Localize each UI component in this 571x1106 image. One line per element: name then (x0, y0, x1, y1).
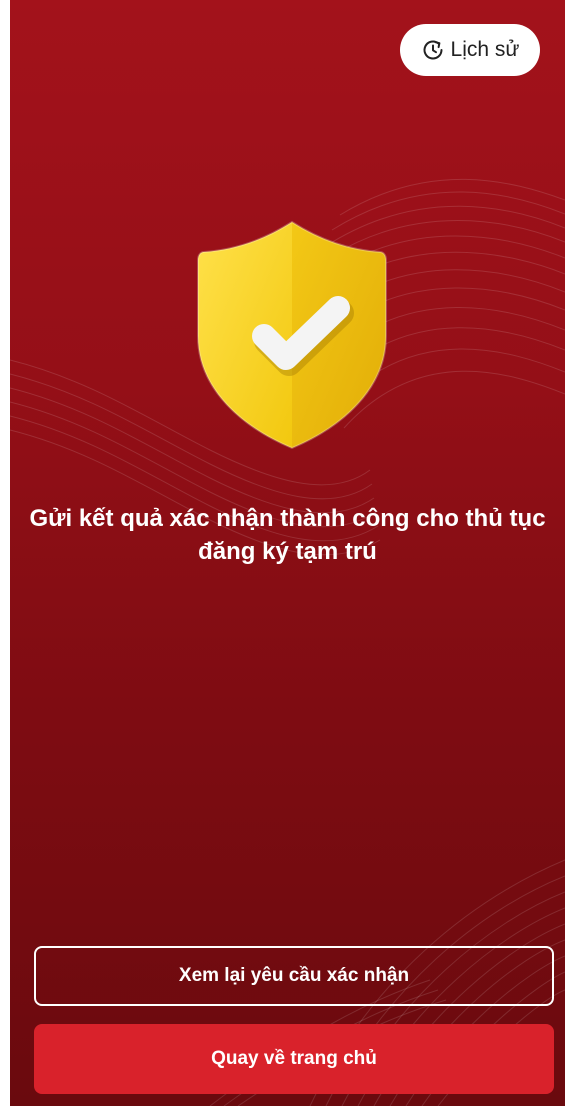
success-message: Gửi kết quả xác nhận thành công cho thủ … (29, 505, 546, 565)
clock-history-icon (423, 40, 443, 60)
back-home-button[interactable]: Quay về trang chủ (34, 1024, 554, 1094)
success-screen: Lịch sử Gửi kết quả xác nhận thành công … (10, 0, 565, 1106)
history-button[interactable]: Lịch sử (400, 24, 540, 76)
shield-check-icon (197, 220, 387, 450)
review-request-button[interactable]: Xem lại yêu cầu xác nhận (34, 946, 554, 1006)
history-label: Lịch sử (450, 38, 520, 61)
